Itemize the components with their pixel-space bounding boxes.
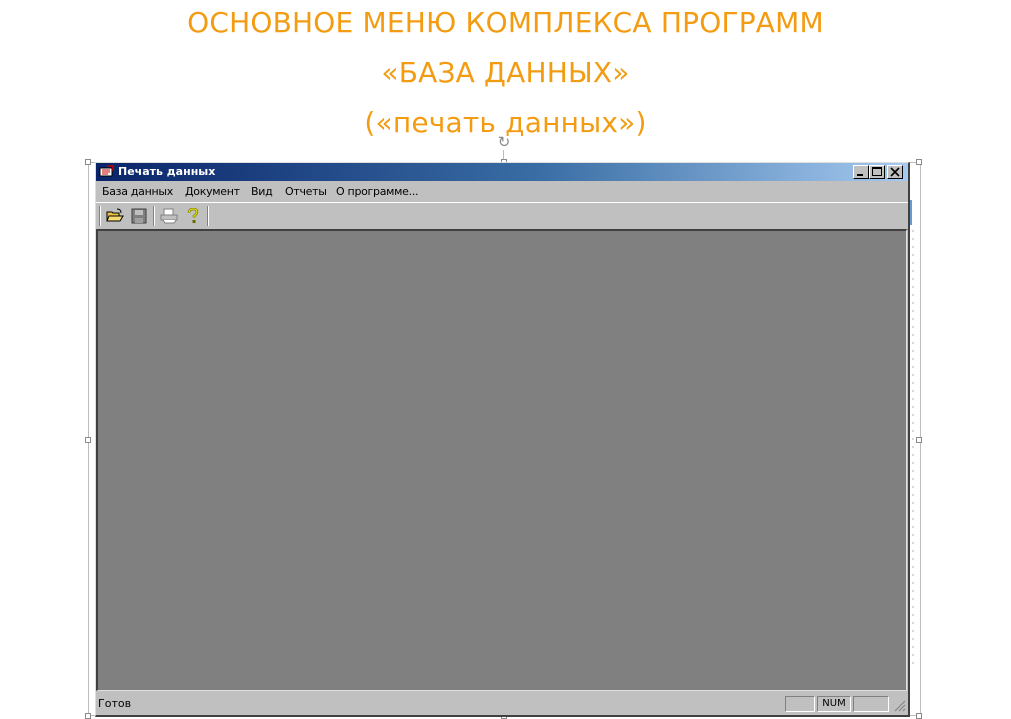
resize-handle-top-left[interactable] <box>85 159 91 165</box>
status-pane-caps <box>785 696 815 712</box>
maximize-icon <box>872 167 882 176</box>
menu-item-document[interactable]: Документ <box>183 182 242 201</box>
menu-item-about[interactable]: О программе... <box>334 182 420 201</box>
status-text: Готов <box>98 697 132 710</box>
open-button[interactable] <box>104 206 126 226</box>
toolbar-separator-end <box>207 206 209 226</box>
resize-handle-top-right[interactable] <box>916 159 922 165</box>
menu-item-reports[interactable]: Отчеты <box>283 182 329 201</box>
resize-handle-bottom-left[interactable] <box>85 713 91 719</box>
resize-grip-icon[interactable] <box>893 699 906 712</box>
status-bar: Готов NUM <box>96 693 908 715</box>
help-button[interactable] <box>182 206 204 226</box>
slide-title-line-2: «БАЗА ДАННЫХ» <box>381 56 630 89</box>
rotate-handle-icon[interactable]: ↻ <box>495 133 513 151</box>
window-title: Печать данных <box>118 165 216 178</box>
save-button[interactable] <box>128 206 150 226</box>
slide-edge-strip <box>910 200 914 670</box>
status-pane-scrl <box>853 696 889 712</box>
mdi-client-area[interactable] <box>96 229 907 691</box>
window-titlebar[interactable]: Печать данных <box>96 163 908 181</box>
print-icon <box>160 208 178 224</box>
help-question-icon <box>187 208 199 223</box>
resize-handle-bottom-right[interactable] <box>916 713 922 719</box>
save-disk-icon <box>131 208 147 224</box>
maximize-button[interactable] <box>869 165 885 179</box>
toolbar <box>96 202 908 230</box>
toolbar-separator <box>153 206 155 226</box>
status-pane-num: NUM <box>817 696 851 712</box>
resize-handle-left[interactable] <box>85 437 91 443</box>
close-button[interactable] <box>887 165 903 179</box>
app-icon <box>99 165 115 179</box>
menu-bar: База данных Документ Вид Отчеты О програ… <box>96 182 908 201</box>
resize-handle-right[interactable] <box>916 437 922 443</box>
toolbar-grip <box>99 206 101 226</box>
print-button[interactable] <box>158 206 180 226</box>
app-window: Печать данных База данных Документ Вид О… <box>95 162 910 717</box>
menu-item-database[interactable]: База данных <box>100 182 175 201</box>
minimize-button[interactable] <box>853 165 869 179</box>
minimize-icon <box>857 174 863 176</box>
open-folder-icon <box>106 208 124 222</box>
close-icon <box>890 167 900 177</box>
slide-title-line-1: ОСНОВНОЕ МЕНЮ КОМПЛЕКСА ПРОГРАММ <box>187 6 824 39</box>
menu-item-view[interactable]: Вид <box>249 182 274 201</box>
